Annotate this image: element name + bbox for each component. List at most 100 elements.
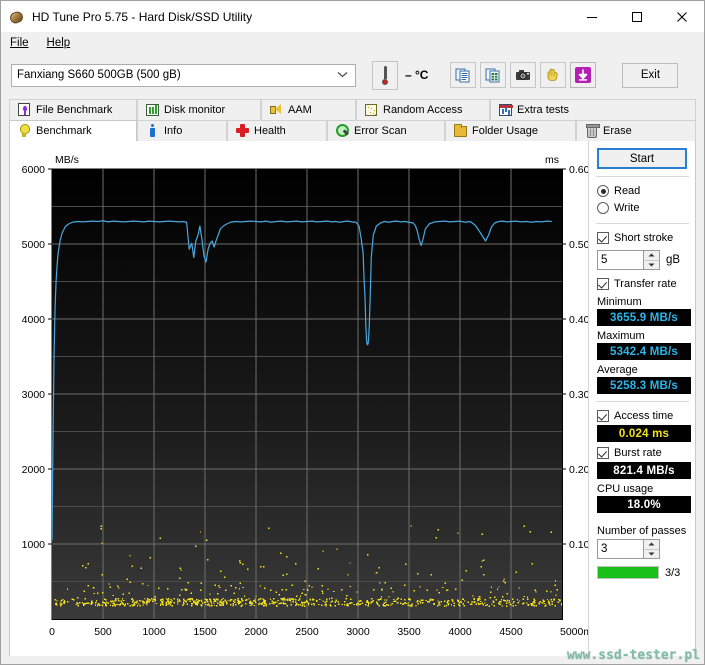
export-excel-button[interactable] [480, 62, 506, 88]
burst-rate-value: 821.4 MB/s [597, 462, 691, 479]
svg-text:ms: ms [545, 154, 559, 166]
checkbox-access-time[interactable]: Access time [597, 408, 690, 424]
watermark: www.ssd-tester.pl [567, 648, 700, 663]
tab-disk-monitor[interactable]: Disk monitor [137, 99, 261, 120]
maximize-button[interactable] [614, 2, 659, 32]
svg-text:0.60: 0.60 [569, 164, 590, 176]
transfer-rate-graph: 1000200030004000500060000.100.200.300.40… [10, 141, 590, 656]
info-icon [146, 124, 159, 138]
title-bar: HD Tune Pro 5.75 - Hard Disk/SSD Utility [1, 1, 704, 32]
tab-erase-label: Erase [603, 126, 632, 137]
svg-text:3500: 3500 [397, 626, 421, 638]
tab-error-scan[interactable]: Error Scan [327, 120, 445, 141]
tab-error-scan-label: Error Scan [354, 126, 407, 137]
tab-erase[interactable]: Erase [576, 120, 696, 141]
svg-text:0.20: 0.20 [569, 464, 590, 476]
tab-health[interactable]: Health [227, 120, 327, 141]
radio-write-label: Write [614, 202, 639, 214]
tab-file-benchmark[interactable]: File Benchmark [9, 99, 137, 120]
divider [596, 223, 689, 224]
tab-file-benchmark-label: File Benchmark [36, 105, 112, 116]
radio-read-icon [597, 185, 609, 197]
stepper-up-icon[interactable] [643, 540, 659, 550]
temperature-indicator [372, 61, 398, 90]
cpu-usage-value: 18.0% [597, 496, 691, 513]
copy-document-icon [455, 67, 471, 83]
tab-benchmark[interactable]: Benchmark [9, 120, 137, 141]
exit-button[interactable]: Exit [622, 63, 678, 88]
stepper-up-icon[interactable] [643, 251, 659, 261]
tab-row-lower: Benchmark Info Health Error Scan Folder … [9, 120, 696, 141]
tab-row-upper: File Benchmark Disk monitor AAM Random A… [9, 99, 696, 120]
short-stroke-unit: gB [666, 254, 680, 266]
checkbox-short-stroke[interactable]: Short stroke [597, 230, 690, 246]
menu-file[interactable]: File [1, 35, 38, 51]
minimize-button[interactable] [569, 2, 614, 32]
svg-text:3000: 3000 [346, 626, 370, 638]
folder-icon [454, 124, 467, 138]
tab-aam-label: AAM [288, 105, 312, 116]
svg-text:0.10: 0.10 [569, 539, 590, 551]
extra-tests-icon [499, 103, 512, 117]
svg-text:1000: 1000 [142, 626, 166, 638]
stepper-buttons[interactable] [643, 540, 659, 558]
drive-select[interactable]: Fanxiang S660 500GB (500 gB) [11, 64, 356, 87]
maximum-value: 5342.4 MB/s [597, 343, 691, 360]
save-button[interactable] [570, 62, 596, 88]
copy-to-clipboard-button[interactable] [450, 62, 476, 88]
tab-folder-usage[interactable]: Folder Usage [445, 120, 576, 141]
menu-file-label: File [10, 37, 29, 49]
svg-text:5000mB: 5000mB [560, 626, 590, 638]
svg-text:MB/s: MB/s [55, 154, 79, 166]
highlight-button[interactable] [540, 62, 566, 88]
close-button[interactable] [659, 2, 704, 32]
health-cross-icon [236, 124, 249, 138]
svg-text:0.50: 0.50 [569, 239, 590, 251]
error-scan-icon [336, 124, 349, 138]
tab-info-label: Info [164, 126, 182, 137]
svg-text:4500: 4500 [499, 626, 523, 638]
svg-text:1000: 1000 [22, 539, 46, 551]
average-value: 5258.3 MB/s [597, 377, 691, 394]
menu-bar: File Help [1, 32, 704, 53]
screenshot-button[interactable] [510, 62, 536, 88]
svg-text:2000: 2000 [22, 464, 46, 476]
stepper-down-icon[interactable] [643, 550, 659, 559]
hd-tune-pro-window: HD Tune Pro 5.75 - Hard Disk/SSD Utility… [0, 0, 705, 665]
start-button-label: Start [630, 153, 654, 165]
passes-stepper[interactable]: 3 [597, 539, 660, 559]
hard-disk-icon [9, 9, 25, 25]
tab-folder-usage-label: Folder Usage [472, 126, 538, 137]
passes-row: 3 [597, 539, 690, 559]
tab-info[interactable]: Info [137, 120, 227, 141]
tab-aam[interactable]: AAM [261, 99, 356, 120]
checkbox-access-time-label: Access time [614, 410, 673, 422]
window-title: HD Tune Pro 5.75 - Hard Disk/SSD Utility [32, 10, 569, 24]
stepper-buttons[interactable] [643, 251, 659, 269]
radio-write[interactable]: Write [597, 200, 690, 216]
checkbox-transfer-rate[interactable]: Transfer rate [597, 276, 690, 292]
download-arrow-icon [574, 66, 592, 84]
tab-health-label: Health [254, 126, 286, 137]
divider [596, 401, 689, 402]
stepper-down-icon[interactable] [643, 261, 659, 270]
svg-text:2500: 2500 [295, 626, 319, 638]
progress-bar [597, 566, 659, 579]
svg-text:0: 0 [49, 626, 55, 638]
chevron-down-icon [337, 69, 348, 81]
svg-text:500: 500 [94, 626, 112, 638]
tab-random-access[interactable]: Random Access [356, 99, 490, 120]
passes-value: 3 [601, 543, 607, 555]
radio-read[interactable]: Read [597, 183, 690, 199]
short-stroke-size-stepper[interactable]: 5 [597, 250, 660, 270]
checkbox-transfer-rate-icon [597, 278, 609, 290]
maximum-label: Maximum [597, 330, 690, 342]
checkbox-burst-rate[interactable]: Burst rate [597, 445, 690, 461]
camera-icon [515, 67, 531, 83]
tab-extra-tests[interactable]: Extra tests [490, 99, 696, 120]
progress-fill [598, 567, 658, 578]
menu-help[interactable]: Help [38, 35, 80, 51]
tab-bar: File Benchmark Disk monitor AAM Random A… [9, 99, 696, 141]
start-button[interactable]: Start [597, 148, 687, 169]
random-access-icon [365, 103, 378, 117]
